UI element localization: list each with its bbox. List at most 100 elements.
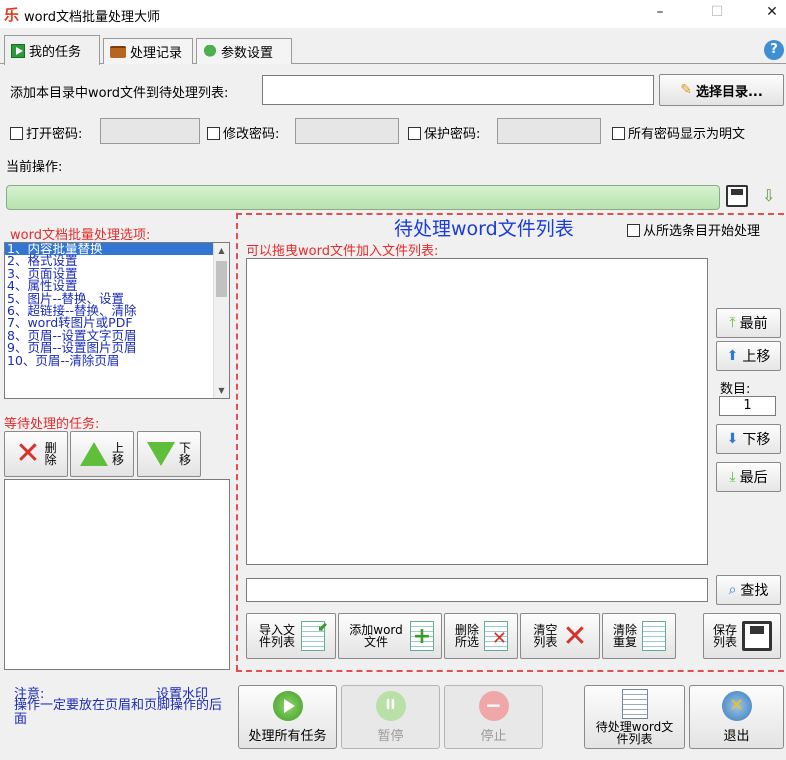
open-password-label: 打开密码: <box>26 127 83 142</box>
folder-wand-icon: ✎ <box>680 82 692 98</box>
checkbox-box[interactable] <box>408 127 421 140</box>
app-logo-icon: 乐 <box>4 6 20 24</box>
drag-hint: 可以拖曳word文件加入文件列表: <box>246 244 439 259</box>
choose-dir-button[interactable]: ✎ 选择目录... <box>659 74 784 106</box>
running-man-icon: ✕ <box>721 690 752 721</box>
modify-password-label: 修改密码: <box>223 127 280 142</box>
checkbox-box[interactable] <box>10 127 23 140</box>
checkbox-box[interactable] <box>627 224 640 237</box>
filelist-title: 待处理word文件列表 <box>394 218 574 240</box>
open-password-field[interactable] <box>100 118 200 144</box>
scroll-up-icon[interactable]: ▲ <box>214 246 229 255</box>
save-log-icon[interactable] <box>726 185 748 207</box>
download-icon[interactable]: ⇩ <box>762 186 775 205</box>
move-up-button[interactable]: ⬆ 上移 <box>716 341 781 371</box>
show-plain-checkbox[interactable]: 所有密码显示为明文 <box>612 123 745 142</box>
option-item[interactable]: 10、页眉--清除页眉 <box>5 354 229 367</box>
progress-bar <box>6 185 720 210</box>
delete-task-button[interactable]: ✕ 删除 <box>4 431 68 477</box>
protect-password-field[interactable] <box>497 118 601 144</box>
divider <box>236 670 784 672</box>
play-icon <box>11 43 25 58</box>
move-down-button[interactable]: ⬇ 下移 <box>716 424 781 454</box>
search-input[interactable] <box>246 578 708 602</box>
dedupe-button[interactable]: 清除重复 <box>602 613 676 659</box>
save-list-button[interactable]: 保存列表 <box>703 613 781 659</box>
modify-password-field[interactable] <box>295 118 399 144</box>
move-first-button[interactable]: ⤒ 最前 <box>716 308 781 338</box>
red-x-icon: ✕ <box>562 618 588 654</box>
list-icon <box>642 621 666 651</box>
modify-password-checkbox[interactable]: 修改密码: <box>207 123 279 142</box>
dir-input[interactable] <box>262 75 654 105</box>
minimize-button[interactable]: – <box>645 4 675 20</box>
checkbox-box[interactable] <box>207 127 220 140</box>
scroll-thumb[interactable] <box>216 261 227 297</box>
tab-records[interactable]: 处理记录 <box>103 38 193 64</box>
choose-dir-label: 选择目录... <box>695 84 763 100</box>
help-icon[interactable]: ? <box>764 40 784 60</box>
to-top-icon: ⤒ <box>729 315 736 331</box>
tab-settings[interactable]: 参数设置 <box>196 38 292 64</box>
move-task-up-button[interactable]: 上移 <box>70 431 134 477</box>
current-op-label: 当前操作: <box>6 160 63 175</box>
save-list-label: 保存列表 <box>712 623 737 649</box>
open-password-checkbox[interactable]: 打开密码: <box>10 123 82 142</box>
maximize-button[interactable]: ☐ <box>702 4 732 20</box>
search-button[interactable]: ⌕ 查找 <box>716 575 781 605</box>
delete-selected-label: 删除所选 <box>454 623 479 649</box>
move-last-label: 最后 <box>739 470 768 486</box>
add-file-icon: + <box>410 621 434 651</box>
clear-list-button[interactable]: 清空列表 ✕ <box>520 613 600 659</box>
down-arrow-icon: ⬇ <box>726 431 739 447</box>
move-first-label: 最前 <box>739 316 768 332</box>
magnifier-icon: ⌕ <box>728 582 737 598</box>
move-up-side-label: 上移 <box>742 349 771 365</box>
from-selected-checkbox[interactable]: 从所选条目开始处理 <box>627 220 760 239</box>
protect-password-label: 保护密码: <box>424 127 481 142</box>
window-title: word文档批量处理大师 <box>24 10 160 25</box>
tasks-title: 等待处理的任务: <box>4 417 100 432</box>
exit-label: 退出 <box>723 728 750 744</box>
up-arrow-icon: ⬆ <box>726 348 739 364</box>
options-list[interactable]: 1、内容批量替换 2、格式设置 3、页面设置 4、属性设置 5、图片--替换、设置 6、超… <box>4 242 230 399</box>
options-scrollbar[interactable]: ▲ ▼ <box>213 243 229 398</box>
move-down-label: 下移 <box>179 441 192 467</box>
scroll-down-icon[interactable]: ▼ <box>214 386 229 395</box>
briefcase-icon <box>110 45 126 58</box>
tab-my-tasks[interactable]: 我的任务 <box>4 35 100 65</box>
protect-password-checkbox[interactable]: 保护密码: <box>408 123 480 142</box>
move-up-label: 上移 <box>112 441 125 467</box>
move-last-button[interactable]: ⤓ 最后 <box>716 462 781 492</box>
import-label: 导入文件列表 <box>258 623 295 649</box>
dedupe-label: 清除重复 <box>612 623 637 649</box>
task-list[interactable] <box>4 479 230 670</box>
exit-button[interactable]: ✕ 退出 <box>689 685 784 749</box>
pending-list-button[interactable]: 待处理word文件列表 <box>584 685 685 749</box>
pause-icon: II <box>375 690 406 721</box>
to-bottom-icon: ⤓ <box>729 469 736 485</box>
file-list[interactable] <box>246 258 708 565</box>
from-selected-label: 从所选条目开始处理 <box>643 224 761 239</box>
delete-selected-button[interactable]: 删除所选 ✕ <box>444 613 518 659</box>
move-task-down-button[interactable]: 下移 <box>137 431 201 477</box>
stop-icon: − <box>478 690 509 721</box>
process-all-button[interactable]: 处理所有任务 <box>238 685 337 749</box>
pending-list-label: 待处理word文件列表 <box>595 720 674 746</box>
pause-button[interactable]: II 暂停 <box>341 685 440 749</box>
stop-label: 停止 <box>480 728 507 744</box>
dir-label: 添加本目录中word文件到待处理列表: <box>10 86 229 101</box>
add-word-label: 添加word文件 <box>349 623 403 649</box>
count-input[interactable]: 1 <box>719 396 776 416</box>
tree-icon <box>203 44 217 59</box>
green-play-icon <box>272 690 303 721</box>
import-list-button[interactable]: 导入文件列表 ⬋ <box>246 613 336 659</box>
stop-button[interactable]: − 停止 <box>444 685 543 749</box>
move-down-side-label: 下移 <box>742 432 771 448</box>
search-label: 查找 <box>740 583 769 599</box>
close-button[interactable]: ✕ <box>757 4 786 20</box>
add-word-button[interactable]: 添加word文件 + <box>338 613 442 659</box>
count-label: 数目: <box>720 382 751 397</box>
red-x-icon: ✕ <box>15 436 41 471</box>
checkbox-box[interactable] <box>612 127 625 140</box>
